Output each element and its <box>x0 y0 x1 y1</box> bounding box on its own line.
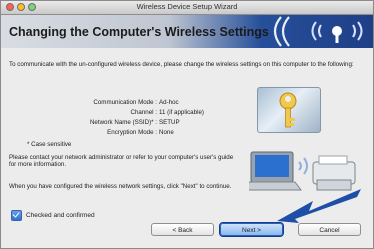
continue-instruction-text: When you have configured the wireless ne… <box>9 183 232 190</box>
setting-label: Network Name (SSID)* : <box>89 119 157 126</box>
contact-admin-text: Please contact your network administrato… <box>9 154 234 169</box>
key-icon <box>257 87 321 133</box>
setting-label: Encryption Mode : <box>107 129 157 136</box>
back-button[interactable]: < Back <box>151 223 214 236</box>
setting-label: Communication Mode : <box>93 99 157 106</box>
pointer-arrow-icon <box>277 189 361 223</box>
cancel-button[interactable]: Cancel <box>298 223 361 236</box>
settings-list: Communication Mode : Ad-hoc Channel : 11… <box>61 98 281 138</box>
checkbox-label: Checked and confirmed <box>26 212 95 219</box>
intro-text: To communicate with the un-configured wi… <box>9 61 354 68</box>
title-bar: Wireless Device Setup Wizard <box>1 1 373 15</box>
wizard-window: Wireless Device Setup Wizard Changing th… <box>0 0 374 249</box>
window-title: Wireless Device Setup Wizard <box>136 2 238 11</box>
setting-row-encryption-mode: Encryption Mode : None <box>61 128 281 138</box>
checked-confirmed-checkbox[interactable]: Checked and confirmed <box>11 210 95 221</box>
setting-row-ssid: Network Name (SSID)* : SETUP <box>61 118 281 128</box>
checkbox-checked-icon[interactable] <box>11 210 22 221</box>
case-sensitive-note: * Case sensitive <box>27 141 72 148</box>
setting-label: Channel : <box>130 109 158 116</box>
next-button[interactable]: Next > <box>219 222 284 237</box>
setting-row-channel: Channel : 11 (if applicable) <box>61 108 281 118</box>
setting-row-communication-mode: Communication Mode : Ad-hoc <box>61 98 281 108</box>
wireless-signal-icon <box>273 16 363 47</box>
header-banner: Changing the Computer's Wireless Setting… <box>1 15 373 48</box>
